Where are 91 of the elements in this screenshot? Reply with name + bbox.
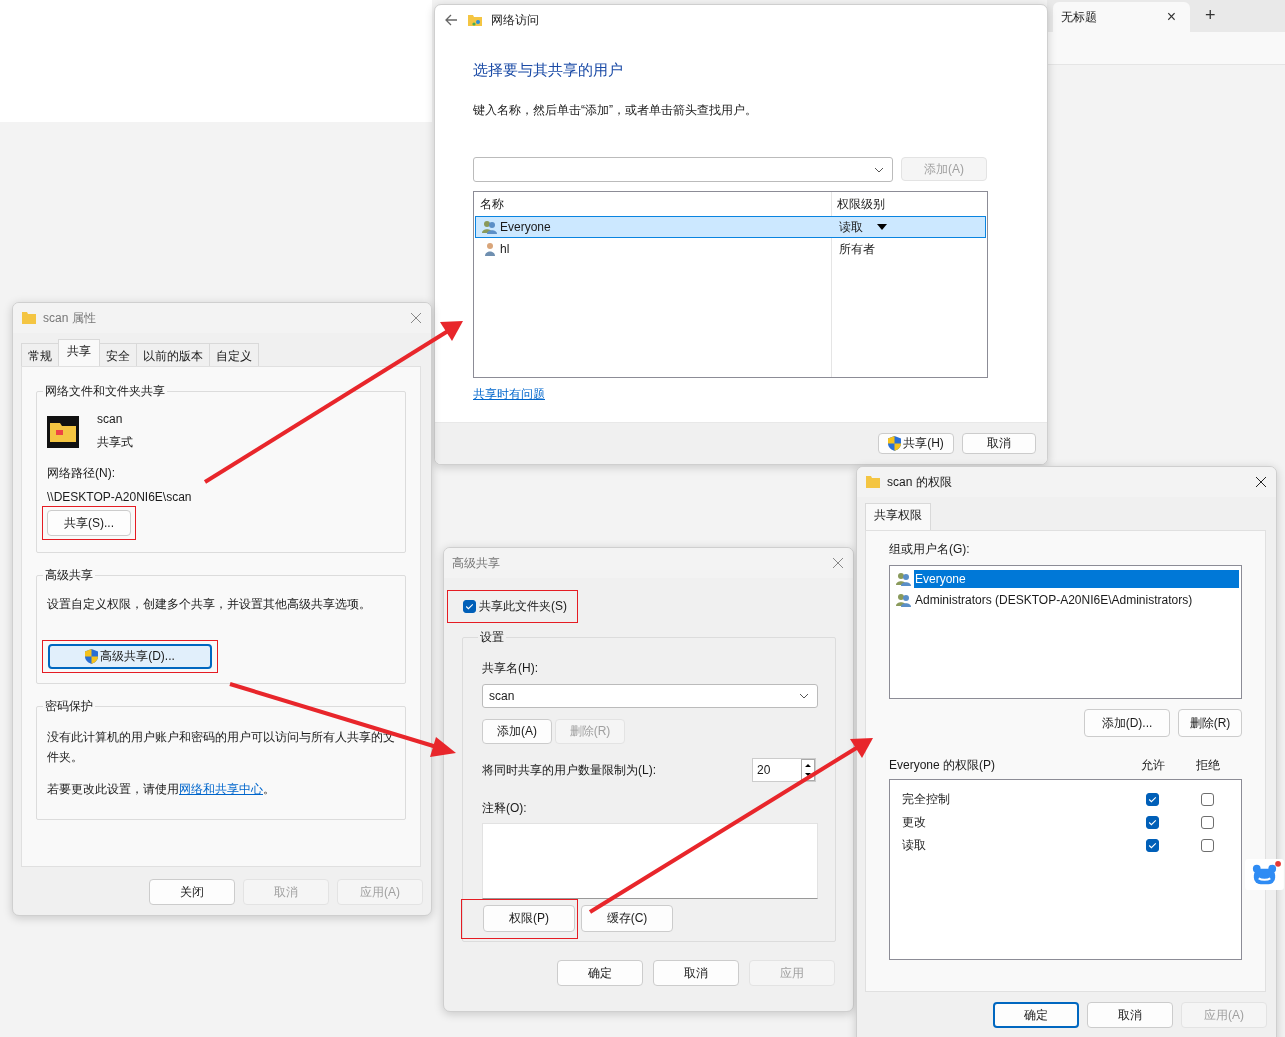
remove-button[interactable]: 删除(R) [1178,709,1242,737]
assistant-badge-icon[interactable] [1244,859,1285,890]
users-icon [896,570,912,587]
dialog-button[interactable]: 确定 [993,1002,1079,1028]
permission-name: 读取 [902,837,927,854]
folder-icon [21,310,37,326]
column-header: 允许 [1140,757,1166,774]
group-row[interactable]: Everyone [892,568,1239,589]
group-list-label: 组或用户名(G): [889,541,971,558]
dialog-button[interactable]: 取消 [653,960,739,986]
comment-field[interactable] [482,823,818,899]
back-icon[interactable] [443,12,459,28]
column-header[interactable]: 名称 [474,195,831,213]
group-title: 密码保护 [44,698,94,715]
permission-level: 读取 [839,218,863,236]
column-header: 拒绝 [1195,757,1221,774]
folder-thumbnail-icon [47,416,79,448]
dropdown-arrow-icon[interactable] [877,224,887,230]
folder-icon [865,474,881,490]
group-name: Administrators (DESKTOP-A20NI6E\Administrators) [914,591,1194,609]
user-row[interactable]: hl 所有者 [475,238,986,260]
user-name: Everyone [500,220,551,234]
permissions-label: Everyone 的权限(P) [889,757,997,774]
caching-button[interactable]: 缓存(C) [581,905,673,932]
share-button[interactable]: 共享(S)... [47,510,131,536]
group-title: 网络文件和文件夹共享 [44,383,166,400]
help-link[interactable]: 共享时有问题 [473,386,545,403]
users-icon [482,219,498,235]
limit-label: 将同时共享的用户数量限制为(L): [482,761,656,779]
deny-checkbox[interactable] [1200,793,1214,806]
column-header[interactable]: 权限级别 [831,195,885,213]
window-title: scan 的权限 [887,473,952,491]
deny-checkbox[interactable] [1200,839,1214,852]
share-name-combobox[interactable]: scan [482,684,818,708]
instruction-text: 键入名称，然后单击“添加”，或者单击箭头查找用户。 [473,102,758,119]
comment-label: 注释(O): [482,800,528,817]
dialog-button[interactable]: 关闭 [149,879,235,905]
allow-checkbox[interactable] [1145,839,1159,852]
shield-icon [85,649,99,664]
tab[interactable]: 共享 [58,339,100,366]
dialog-button[interactable]: 取消 [962,433,1036,454]
allow-checkbox[interactable] [1145,816,1159,829]
browser-tab[interactable]: 无标题 × [1053,2,1190,32]
network-path: \\DESKTOP-A20NI6E\scan [47,490,193,504]
check-icon [1146,817,1158,828]
check-icon [1146,840,1158,851]
group-title: 设置 [479,629,505,646]
group-row[interactable]: Administrators (DESKTOP-A20NI6E\Administrators) [892,589,1239,610]
close-button[interactable]: × [1166,8,1176,26]
user-icon [482,241,498,257]
users-icon [896,591,912,608]
permission-level: 所有者 [839,240,875,258]
chevron-down-icon [799,693,809,699]
share-checkbox[interactable]: 共享此文件夹(S) [463,598,567,615]
permission-name: 更改 [902,814,927,831]
description-text: 设置自定义权限，创建多个共享，并设置其他高级共享选项。 [47,596,372,613]
check-icon [1146,794,1158,805]
dialog-button[interactable]: 共享(H) [878,433,954,454]
group-title: 高级共享 [44,567,94,584]
number-spinner[interactable]: 20 [752,758,816,782]
dialog-button[interactable]: 取消 [1087,1002,1173,1028]
description-text: 若要更改此设置，请使用网络和共享中心。 [47,781,276,798]
window-title: 网络访问 [491,11,539,29]
window-title: 高级共享 [452,554,500,572]
user-name: hl [500,242,510,256]
network-center-link[interactable]: 网络和共享中心 [179,782,263,796]
permission-name: 完全控制 [902,791,951,808]
permissions-button[interactable]: 权限(P) [483,905,575,932]
close-icon[interactable] [1256,477,1266,487]
tab-title: 无标题 [1061,8,1097,26]
deny-checkbox[interactable] [1200,816,1214,829]
window-title: scan 属性 [43,309,96,327]
chevron-down-icon [874,166,884,173]
tab[interactable]: 共享权限 [865,503,931,530]
allow-checkbox[interactable] [1145,793,1159,806]
check-icon [464,601,475,612]
advanced-sharing-button[interactable]: 高级共享(D)... [48,644,212,669]
add-button[interactable]: 添加(A) [482,719,552,744]
dialog-heading: 选择要与其共享的用户 [473,61,624,80]
tab[interactable]: 自定义 [209,343,259,367]
tab[interactable]: 常规 [21,343,59,367]
network-folder-icon [467,12,483,28]
dialog-button[interactable]: 确定 [557,960,643,986]
folder-name: scan [97,412,124,426]
path-label: 网络路径(N): [47,465,116,482]
user-row[interactable]: Everyone 读取 [475,216,986,238]
new-tab-button[interactable]: + [1205,5,1216,26]
share-status: 共享式 [97,434,133,451]
share-name-label: 共享名(H): [482,660,539,677]
add-button[interactable]: 添加(D)... [1084,709,1170,737]
group-name: Everyone [914,569,1239,588]
